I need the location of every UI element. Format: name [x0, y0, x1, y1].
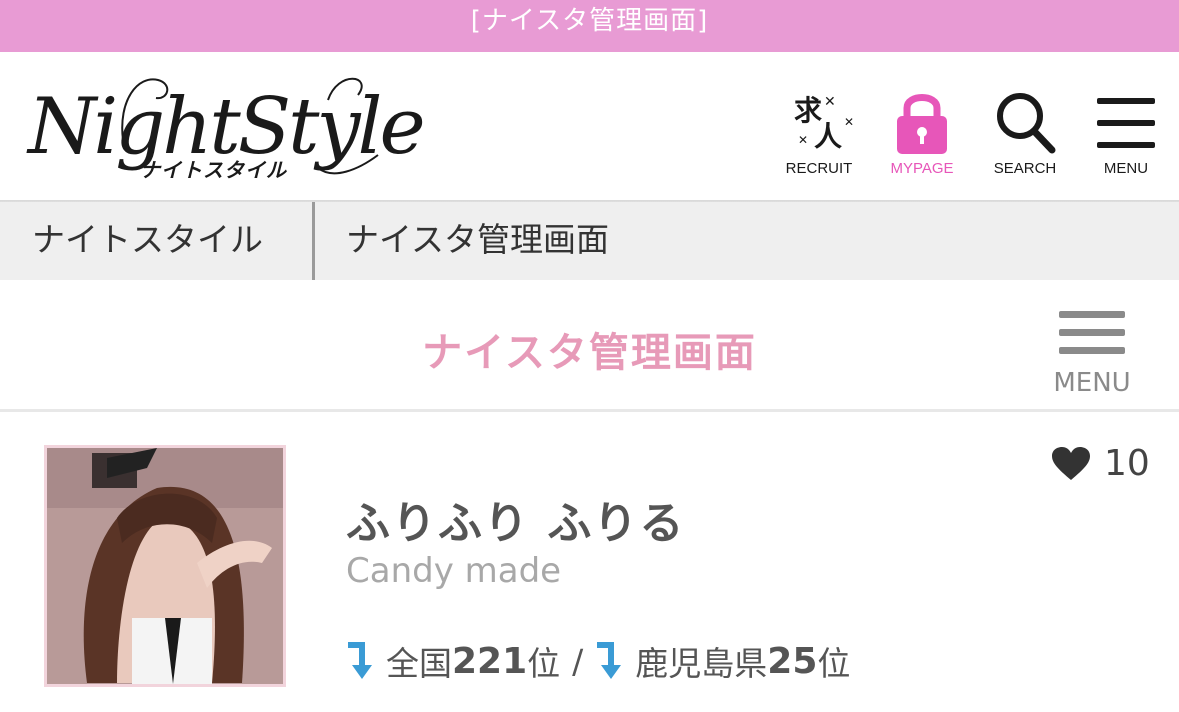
rank-pref-value: 25: [767, 640, 818, 682]
recruit-label: RECRUIT: [785, 160, 853, 177]
svg-text:✕: ✕: [798, 133, 808, 147]
header-menu-button[interactable]: MENU: [1086, 82, 1166, 182]
likes-count: 10: [1104, 443, 1150, 484]
breadcrumb: ナイトスタイル ナイスタ管理画面: [0, 202, 1179, 280]
breadcrumb-item-current[interactable]: ナイスタ管理画面: [346, 202, 609, 280]
site-header: NightStyle ナイトスタイル 求 人 ✕ ✕ ✕ RECRUIT MYP…: [0, 52, 1179, 202]
cast-card: 10 ふりふり ふりる Candy made 全国 221 位 / 鹿児島県 2…: [0, 415, 1179, 712]
page-titlebar: ナイスタ管理画面 MENU: [0, 280, 1179, 412]
svg-text:✕: ✕: [844, 115, 854, 129]
cast-photo-image: [47, 448, 283, 684]
menu-icon: [1097, 98, 1155, 148]
admin-menu-label: MENU: [1053, 368, 1131, 398]
search-button[interactable]: SEARCH: [985, 82, 1065, 182]
menu-bar-1: [1059, 311, 1125, 318]
heart-icon: [1052, 446, 1090, 480]
admin-topbar-title: [ナイスタ管理画面]: [470, 6, 709, 36]
cast-name[interactable]: ふりふり ふりる: [346, 487, 685, 551]
mypage-label: MYPAGE: [890, 160, 954, 177]
rank-national-prefix: 全国: [386, 644, 452, 683]
rank-down-arrow-icon: [597, 642, 622, 679]
cast-photo[interactable]: [44, 445, 286, 687]
rank-national-suffix: 位: [527, 644, 561, 683]
page-title: ナイスタ管理画面: [422, 330, 757, 376]
search-label: SEARCH: [993, 160, 1057, 177]
menu-bar-2: [1059, 329, 1125, 336]
admin-menu-button[interactable]: MENU: [1044, 308, 1140, 402]
rank-down-arrow-icon: [348, 642, 372, 679]
recruit-button[interactable]: 求 人 ✕ ✕ ✕ RECRUIT: [779, 82, 859, 182]
rank-separator: /: [572, 641, 584, 681]
shop-name[interactable]: Candy made: [346, 551, 561, 591]
menu-label: MENU: [1103, 160, 1149, 177]
recruit-glyph-2: 人: [814, 120, 842, 153]
lock-icon: [897, 94, 947, 154]
menu-bar-3: [1059, 347, 1125, 354]
mypage-button[interactable]: MYPAGE: [882, 82, 962, 182]
search-icon: [997, 93, 1056, 154]
recruit-icon: 求 人 ✕ ✕ ✕: [794, 94, 854, 153]
rank-pref-suffix: 位: [817, 644, 851, 683]
rank-pref-prefix: 鹿児島県: [635, 644, 768, 683]
svg-text:✕: ✕: [824, 94, 836, 110]
breadcrumb-divider: [312, 202, 315, 280]
logo-katakana: ナイトスタイル: [140, 158, 287, 182]
admin-topbar: [ナイスタ管理画面]: [0, 0, 1179, 52]
rank-national-value: 221: [452, 640, 528, 682]
likes-counter[interactable]: 10: [1052, 443, 1150, 484]
cast-ranking: 全国 221 位 / 鹿児島県 25 位: [346, 637, 850, 685]
site-logo[interactable]: NightStyle ナイトスタイル: [28, 70, 426, 190]
breadcrumb-item-home[interactable]: ナイトスタイル: [32, 202, 263, 280]
